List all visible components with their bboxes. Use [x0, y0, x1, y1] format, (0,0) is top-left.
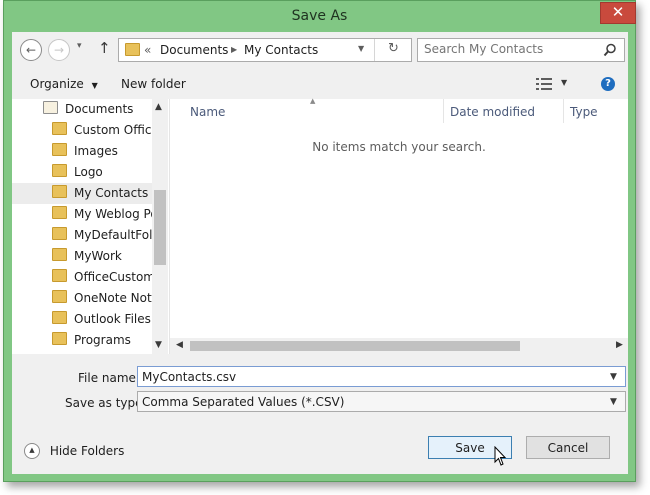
- view-options-dropdown-icon[interactable]: ▼: [561, 78, 567, 87]
- folder-icon: [52, 164, 67, 177]
- address-dropdown-icon[interactable]: ▼: [358, 44, 364, 53]
- file-list-horizontal-scrollbar[interactable]: ◀ ▶: [170, 338, 628, 354]
- tree-item-folder[interactable]: MyDefaultFold: [12, 225, 152, 246]
- file-list: [170, 99, 628, 354]
- tree-item-label: Images: [74, 144, 118, 158]
- tree-item-folder[interactable]: OfficeCustomiz: [12, 267, 152, 288]
- breadcrumb-my-contacts[interactable]: My Contacts: [244, 43, 318, 57]
- folder-tree: Documents Custom Office Images Logo My C…: [12, 99, 152, 351]
- tree-item-label: MyWork: [74, 249, 122, 263]
- tree-item-label: My Weblog Po: [74, 207, 152, 221]
- folder-icon: [52, 248, 67, 261]
- document-library-icon: [43, 101, 58, 114]
- breadcrumb-documents[interactable]: Documents: [160, 43, 228, 57]
- search-icon[interactable]: [603, 43, 617, 57]
- dialog-title: Save As: [291, 8, 348, 24]
- folder-icon: [52, 227, 67, 240]
- chevron-down-icon[interactable]: ▼: [610, 367, 617, 388]
- address-divider: [374, 39, 375, 61]
- tree-item-folder[interactable]: My Weblog Po: [12, 204, 152, 225]
- dialog-client-area: ← → ▾ ↑ « Documents ▶ My Contacts ▼ ↻ Or…: [12, 32, 628, 474]
- breadcrumb-separator-icon[interactable]: ▶: [231, 45, 237, 54]
- hide-folders-label: Hide Folders: [49, 444, 125, 458]
- search-box[interactable]: [417, 38, 625, 62]
- mouse-cursor-icon: [494, 446, 507, 466]
- back-button[interactable]: ←: [20, 39, 42, 61]
- folder-icon: [52, 185, 67, 198]
- folder-icon: [52, 332, 67, 345]
- tree-item-selected[interactable]: My Contacts: [12, 183, 152, 204]
- save-as-type-select[interactable]: Comma Separated Values (*.CSV) ▼: [137, 391, 626, 412]
- scroll-right-icon[interactable]: ▶: [616, 340, 623, 350]
- tree-item-label: OneNote Notel: [74, 291, 152, 305]
- scroll-up-icon[interactable]: ▲: [155, 102, 162, 112]
- file-name-field[interactable]: MyContacts.csv ▼: [137, 366, 626, 387]
- column-header-date-modified[interactable]: Date modified: [450, 105, 535, 119]
- tree-item-folder[interactable]: Outlook Files: [12, 309, 152, 330]
- scroll-down-icon[interactable]: ▼: [155, 340, 162, 350]
- folder-icon: [52, 143, 67, 156]
- tree-vertical-scrollbar[interactable]: ▲ ▼: [152, 99, 168, 354]
- tree-item-label: MyDefaultFold: [74, 228, 152, 242]
- tree-item-label: Custom Office: [74, 123, 152, 137]
- folder-icon: [52, 122, 67, 135]
- help-icon[interactable]: ?: [601, 77, 615, 91]
- tree-scroll-thumb[interactable]: [154, 190, 166, 265]
- tree-item-label: Outlook Files: [74, 312, 151, 326]
- address-bar[interactable]: « Documents ▶ My Contacts ▼ ↻: [118, 38, 412, 62]
- file-list-scroll-thumb[interactable]: [190, 341, 520, 351]
- tree-item-folder[interactable]: Images: [12, 141, 152, 162]
- navigation-pane: Documents Custom Office Images Logo My C…: [12, 99, 170, 354]
- column-header-name[interactable]: Name: [190, 105, 225, 119]
- tree-item-label: My Contacts: [74, 186, 149, 200]
- hide-folders-button[interactable]: ▲ Hide Folders: [24, 443, 124, 459]
- column-header-type[interactable]: Type: [570, 105, 598, 119]
- sort-ascending-icon: ▲: [310, 97, 316, 105]
- tree-item-label: Programs: [74, 333, 131, 347]
- save-as-type-label: Save as type:: [65, 396, 147, 410]
- file-name-value: MyContacts.csv: [142, 370, 237, 384]
- search-input[interactable]: [424, 41, 594, 57]
- folder-icon: [52, 311, 67, 324]
- chevron-down-icon: ▼: [91, 81, 98, 90]
- organize-label: Organize: [30, 77, 84, 91]
- tree-item-folder[interactable]: OneNote Notel: [12, 288, 152, 309]
- tree-item-folder[interactable]: Programs: [12, 330, 152, 351]
- organize-menu[interactable]: Organize ▼: [30, 77, 98, 91]
- collapse-up-icon: ▲: [24, 443, 40, 459]
- close-button[interactable]: ✕: [600, 2, 636, 24]
- folder-icon: [52, 290, 67, 303]
- folder-icon: [52, 269, 67, 282]
- cancel-button[interactable]: Cancel: [526, 436, 610, 459]
- tree-item-label: Documents: [65, 102, 134, 116]
- new-folder-button[interactable]: New folder: [121, 77, 186, 91]
- save-as-dialog: Save As ✕ ← → ▾ ↑ « Documents ▶ My Conta…: [3, 0, 636, 482]
- tree-item-folder[interactable]: MyWork: [12, 246, 152, 267]
- column-divider[interactable]: [443, 99, 444, 123]
- up-button[interactable]: ↑: [98, 39, 111, 57]
- folder-icon: [52, 206, 67, 219]
- tree-item-label: Logo: [74, 165, 103, 179]
- forward-button[interactable]: →: [48, 39, 70, 61]
- column-divider[interactable]: [563, 99, 564, 123]
- save-as-type-value: Comma Separated Values (*.CSV): [142, 395, 345, 409]
- breadcrumb-overflow[interactable]: «: [144, 43, 151, 57]
- folder-icon: [125, 43, 140, 56]
- recent-locations-dropdown[interactable]: ▾: [77, 41, 82, 51]
- empty-message: No items match your search.: [312, 140, 486, 154]
- file-name-label: File name:: [78, 371, 140, 385]
- tree-item-folder[interactable]: Custom Office: [12, 120, 152, 141]
- scroll-left-icon[interactable]: ◀: [176, 340, 183, 350]
- tree-item-folder[interactable]: Logo: [12, 162, 152, 183]
- change-view-icon[interactable]: [536, 78, 553, 90]
- chevron-down-icon[interactable]: ▼: [610, 392, 617, 413]
- tree-item-label: OfficeCustomiz: [74, 270, 152, 284]
- refresh-icon[interactable]: ↻: [388, 41, 399, 56]
- tree-item-documents[interactable]: Documents: [12, 99, 152, 120]
